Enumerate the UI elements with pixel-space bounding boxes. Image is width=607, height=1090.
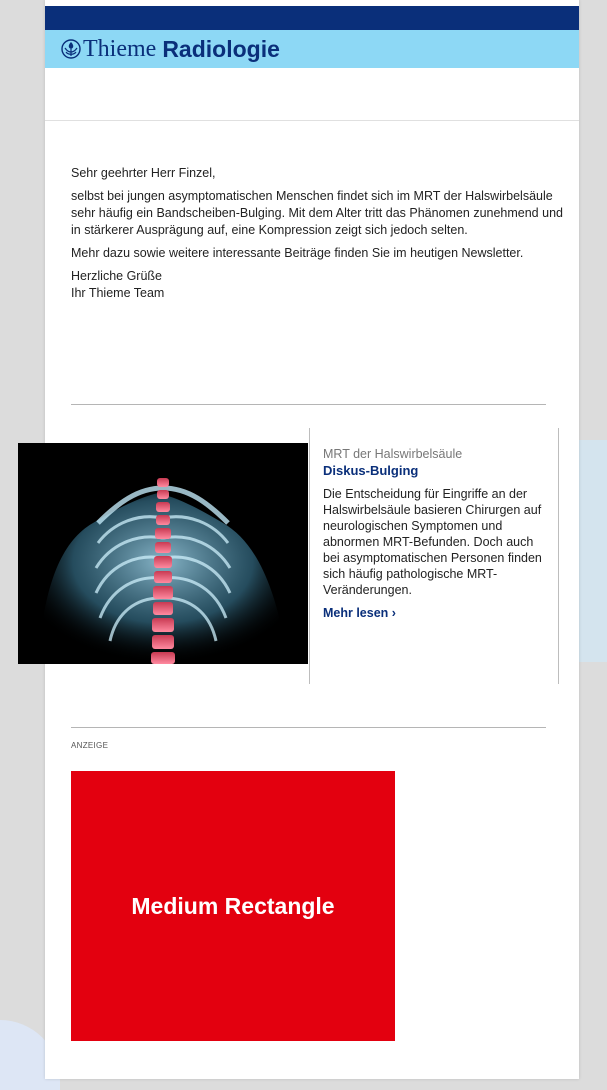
read-more-link[interactable]: Mehr lesen › [323, 606, 396, 620]
intro-paragraph: selbst bei jungen asymptomatischen Mensc… [71, 189, 563, 237]
thieme-logo-icon [61, 39, 81, 59]
spine-xray-image [18, 443, 308, 664]
section-divider [71, 404, 546, 405]
article-headline[interactable]: Diskus-Bulging [323, 463, 548, 478]
ad-banner-text: Medium Rectangle [131, 892, 335, 919]
brand-section: Radiologie [162, 35, 280, 62]
newsletter-page: Thieme Radiologie Sehr geehrter Herr Fin… [18, 0, 579, 1079]
closing-line: Herzliche Grüße [71, 269, 162, 283]
article-kicker: MRT der Halswirbelsäule [323, 447, 463, 461]
top-bar [45, 6, 579, 30]
ad-banner[interactable]: Medium Rectangle [71, 771, 395, 1041]
intro-text: Sehr geehrter Herr Finzel, selbst bei ju… [71, 165, 571, 302]
article-image[interactable] [18, 443, 308, 664]
ad-label: ANZEIGE [71, 741, 109, 750]
greeting: Sehr geehrter Herr Finzel, [71, 166, 216, 180]
article-teaser-text: Die Entscheidung für Eingriffe an der Ha… [323, 487, 542, 597]
article-teaser: MRT der Halswirbelsäule Diskus-Bulging D… [309, 428, 559, 684]
brand-logo[interactable]: Thieme Radiologie [61, 36, 280, 62]
intro-paragraph: Mehr dazu sowie weitere interessante Bei… [71, 246, 524, 260]
signature: Ihr Thieme Team [71, 286, 165, 300]
header-divider [45, 120, 579, 121]
brand-bar: Thieme Radiologie [45, 30, 579, 68]
section-divider [71, 727, 546, 728]
brand-name: Thieme [83, 35, 157, 62]
